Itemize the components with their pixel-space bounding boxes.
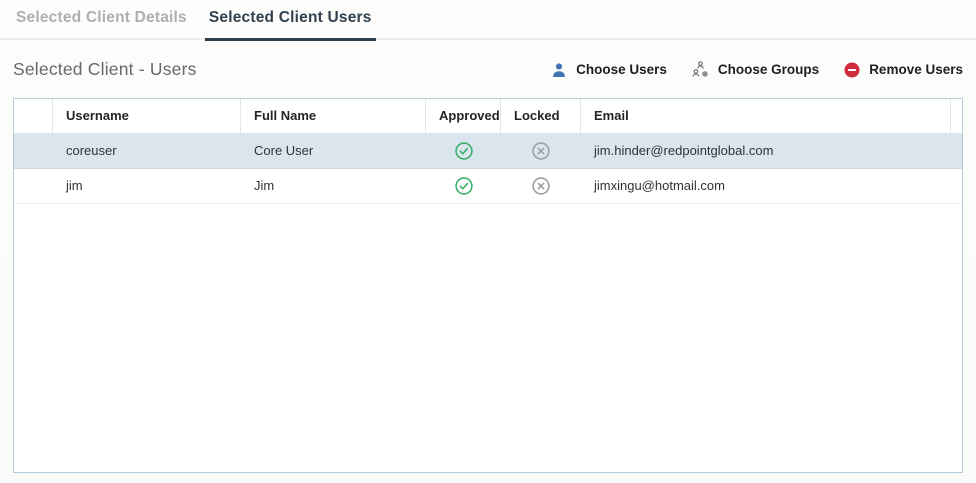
username-cell: jim	[53, 169, 241, 203]
page-title: Selected Client - Users	[13, 59, 197, 80]
row-stub-cell	[951, 169, 964, 203]
row-selector-cell	[14, 134, 53, 168]
toolbar: Choose Users Choose Groups	[550, 60, 963, 79]
tab-bar: Selected Client Details Selected Client …	[0, 0, 976, 40]
approved-check-icon	[426, 134, 501, 168]
column-header-fullname: Full Name	[241, 99, 426, 133]
minus-circle-icon	[843, 61, 861, 79]
username-cell: coreuser	[53, 134, 241, 168]
column-header-approved: Approved	[426, 99, 501, 133]
locked-x-icon	[501, 169, 581, 203]
tab-selected-client-users[interactable]: Selected Client Users	[205, 0, 376, 39]
table-row[interactable]: jimJim jimxingu@hotmail.com	[14, 169, 962, 204]
page-background: Selected Client Details Selected Client …	[0, 0, 976, 483]
choose-users-label: Choose Users	[576, 62, 667, 77]
fullname-cell: Core User	[241, 134, 426, 168]
choose-groups-label: Choose Groups	[718, 62, 819, 77]
column-header-username: Username	[53, 99, 241, 133]
tab-selected-client-details[interactable]: Selected Client Details	[12, 0, 191, 39]
table-row[interactable]: coreuserCore User jim.hinder@redpointglob…	[14, 134, 962, 169]
choose-users-button[interactable]: Choose Users	[550, 61, 667, 79]
row-stub-cell	[951, 134, 964, 168]
email-cell: jim.hinder@redpointglobal.com	[581, 134, 951, 168]
section-header: Selected Client - Users Choose Users	[13, 42, 963, 97]
table-header-row: Username Full Name Approved Locked Email	[14, 99, 962, 134]
locked-x-icon	[501, 134, 581, 168]
row-selector-cell	[14, 169, 53, 203]
column-header-selector	[14, 99, 53, 133]
table-body: coreuserCore User jim.hinder@redpointglob…	[14, 134, 962, 204]
column-header-stub	[951, 99, 962, 133]
remove-users-label: Remove Users	[869, 62, 963, 77]
remove-users-button[interactable]: Remove Users	[843, 61, 963, 79]
email-cell: jimxingu@hotmail.com	[581, 169, 951, 203]
users-table: Username Full Name Approved Locked Email…	[13, 98, 963, 473]
column-header-email: Email	[581, 99, 951, 133]
column-header-locked: Locked	[501, 99, 581, 133]
fullname-cell: Jim	[241, 169, 426, 203]
approved-check-icon	[426, 169, 501, 203]
choose-groups-button[interactable]: Choose Groups	[691, 60, 819, 79]
person-icon	[550, 61, 568, 79]
people-group-icon	[691, 60, 710, 79]
